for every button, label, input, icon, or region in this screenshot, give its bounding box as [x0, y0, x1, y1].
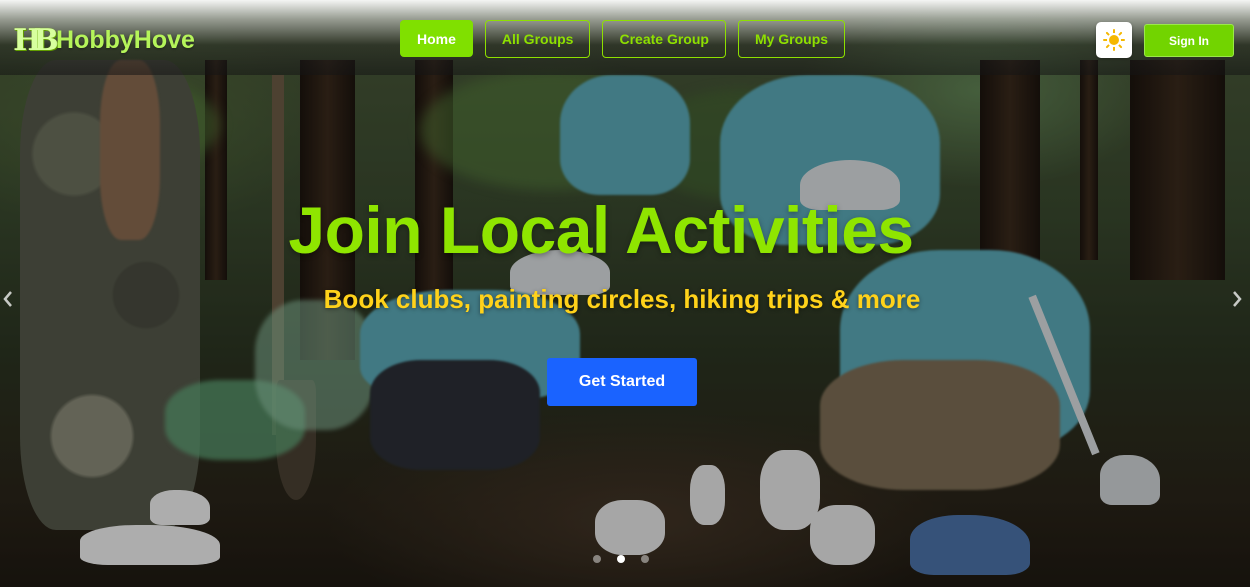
sun-icon — [1103, 29, 1125, 51]
chevron-right-icon — [1233, 291, 1242, 307]
nav-all-groups-button[interactable]: All Groups — [484, 20, 591, 58]
brand-name: HobbyHove — [56, 25, 195, 54]
theme-toggle-button[interactable] — [1096, 22, 1132, 58]
nav-links: Home All Groups Create Group My Groups — [400, 20, 846, 58]
nav-my-groups-button[interactable]: My Groups — [737, 20, 846, 58]
carousel-indicators — [593, 555, 649, 563]
carousel-dot-active[interactable] — [617, 555, 625, 563]
sign-in-button[interactable]: Sign In — [1144, 24, 1234, 57]
navbar: HB HobbyHove Home All Groups Create Grou… — [0, 0, 1250, 75]
brand[interactable]: HB HobbyHove — [13, 22, 195, 58]
nav-create-group-button[interactable]: Create Group — [602, 20, 726, 58]
nav-home-button[interactable]: Home — [400, 20, 473, 57]
hero-title: Join Local Activities — [288, 193, 914, 267]
hero-subtitle: Book clubs, painting circles, hiking tri… — [323, 284, 921, 314]
carousel-prev-button[interactable] — [3, 291, 13, 307]
chevron-left-icon — [3, 291, 12, 307]
carousel-next-button[interactable] — [1232, 291, 1242, 307]
brand-logo-icon: HB — [13, 22, 59, 58]
carousel-dot[interactable] — [593, 555, 601, 563]
get-started-button[interactable]: Get Started — [547, 358, 697, 406]
carousel-dot[interactable] — [641, 555, 649, 563]
